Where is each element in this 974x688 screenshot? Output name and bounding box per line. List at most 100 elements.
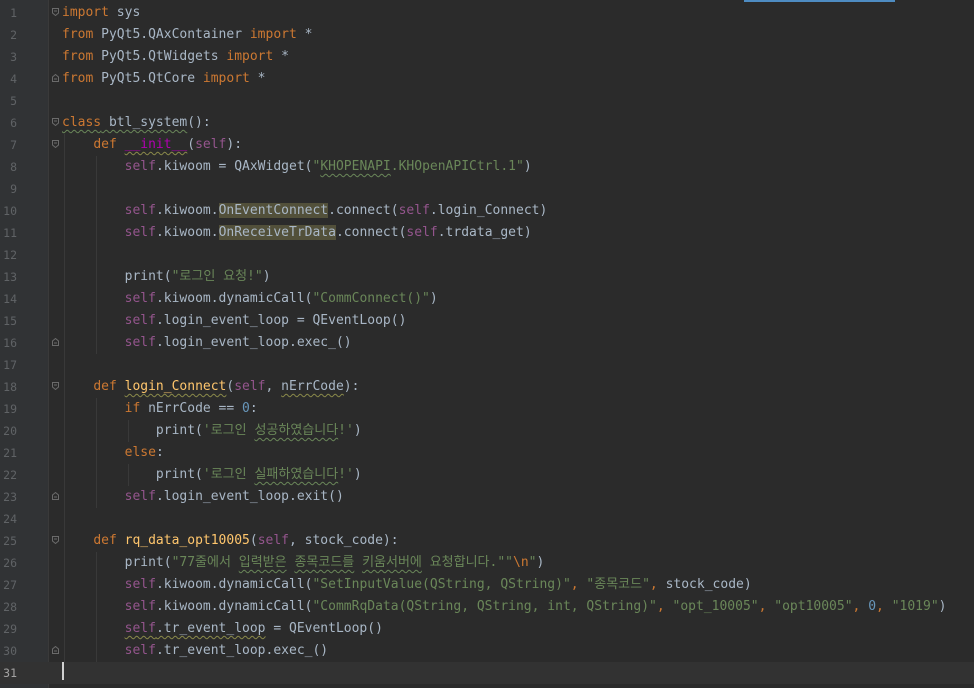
code-text[interactable]: def login_Connect(self, nErrCode):: [62, 376, 359, 398]
code-text[interactable]: import sys: [62, 2, 140, 24]
code-text[interactable]: from PyQt5.QAxContainer import *: [62, 24, 312, 46]
code-text[interactable]: self.kiwoom.dynamicCall("SetInputValue(Q…: [62, 574, 752, 596]
code-token: .kiwoom.dynamicCall(: [155, 599, 313, 614]
code-line[interactable]: 26 print("77줄에서 입력받은 종목코드를 키움서버에 요청합니다."…: [0, 552, 974, 574]
line-number: 16: [3, 336, 17, 350]
code-text[interactable]: print('로그인 성공하였습니다!'): [62, 420, 362, 442]
code-token: nErrCode: [281, 379, 344, 394]
fold-marker-icon[interactable]: [52, 118, 59, 126]
code-token: def: [93, 533, 125, 548]
code-token: ): [262, 269, 271, 284]
code-text[interactable]: self.kiwoom.dynamicCall("CommRqData(QStr…: [62, 596, 947, 618]
code-text[interactable]: print('로그인 실패하였습니다!'): [62, 464, 362, 486]
fold-marker-icon[interactable]: [52, 338, 59, 346]
code-text[interactable]: self.login_event_loop.exec_(): [62, 332, 352, 354]
code-line[interactable]: 2 from PyQt5.QAxContainer import *: [0, 24, 974, 46]
code-line[interactable]: 10 self.kiwoom.OnEventConnect.connect(se…: [0, 200, 974, 222]
code-line[interactable]: 8 self.kiwoom = QAxWidget("KHOPENAPI.KHO…: [0, 156, 974, 178]
code-line[interactable]: 31: [0, 662, 974, 684]
code-token: "CommRqData(QString, QString, int, QStri…: [312, 599, 657, 614]
code-token: ): [429, 291, 438, 306]
code-line[interactable]: 17: [0, 354, 974, 376]
line-number: 28: [3, 600, 17, 614]
code-token: from: [62, 71, 94, 86]
code-text[interactable]: self.kiwoom.OnEventConnect.connect(self.…: [62, 200, 547, 222]
code-text[interactable]: class btl_system():: [62, 112, 211, 134]
code-token: ): [353, 467, 362, 482]
code-text[interactable]: print("로그인 요청!"): [62, 266, 271, 288]
code-text[interactable]: from PyQt5.QtWidgets import *: [62, 46, 289, 68]
code-line[interactable]: 20 print('로그인 성공하였습니다!'): [0, 420, 974, 442]
code-token: "opt10005": [774, 599, 853, 614]
code-token: "종목코드": [586, 577, 650, 592]
fold-marker-icon[interactable]: [52, 8, 59, 16]
code-text[interactable]: self.tr_event_loop = QEventLoop(): [62, 618, 383, 640]
code-token: from: [62, 27, 94, 42]
code-text[interactable]: else:: [62, 442, 164, 464]
code-line[interactable]: 25 def rq_data_opt10005(self, stock_code…: [0, 530, 974, 552]
code-line[interactable]: 6 class btl_system():: [0, 112, 974, 134]
code-line[interactable]: 14 self.kiwoom.dynamicCall("CommConnect(…: [0, 288, 974, 310]
code-line[interactable]: 15 self.login_event_loop = QEventLoop(): [0, 310, 974, 332]
line-number: 4: [10, 72, 17, 86]
code-token: ): [536, 555, 545, 570]
code-token: .KHOpenAPICtrl.1": [390, 159, 524, 174]
code-line[interactable]: 29 self.tr_event_loop = QEventLoop(): [0, 618, 974, 640]
code-line[interactable]: 5: [0, 90, 974, 112]
line-number: 21: [3, 446, 17, 460]
code-token: ): [523, 159, 532, 174]
code-line[interactable]: 24: [0, 508, 974, 530]
code-line[interactable]: 19 if nErrCode == 0:: [0, 398, 974, 420]
indent-guide: [96, 156, 97, 354]
code-text[interactable]: self.kiwoom = QAxWidget("KHOPENAPI.KHOpe…: [62, 156, 532, 178]
code-token: .login_event_loop.exec_(): [155, 335, 352, 350]
fold-marker-icon[interactable]: [52, 536, 59, 544]
code-token: self: [124, 643, 156, 658]
code-text[interactable]: self.kiwoom.OnReceiveTrData.connect(self…: [62, 222, 532, 244]
code-text[interactable]: if nErrCode == 0:: [62, 398, 258, 420]
line-number: 26: [3, 556, 17, 570]
code-line[interactable]: 21 else:: [0, 442, 974, 464]
code-editor[interactable]: 1 import sys 2 from PyQt5.QAxContainer impo…: [0, 0, 974, 688]
code-text[interactable]: self.login_event_loop = QEventLoop(): [62, 310, 407, 332]
fold-marker-icon[interactable]: [52, 74, 59, 82]
code-line[interactable]: 28 self.kiwoom.dynamicCall("CommRqData(Q…: [0, 596, 974, 618]
code-token: *: [273, 49, 289, 64]
code-line[interactable]: 12: [0, 244, 974, 266]
code-line[interactable]: 3 from PyQt5.QtWidgets import *: [0, 46, 974, 68]
code-line[interactable]: 4 from PyQt5.QtCore import *: [0, 68, 974, 90]
code-line[interactable]: 22 print('로그인 실패하였습니다!'): [0, 464, 974, 486]
code-line[interactable]: 1 import sys: [0, 2, 974, 24]
line-number: 13: [3, 270, 17, 284]
code-line[interactable]: 18 def login_Connect(self, nErrCode):: [0, 376, 974, 398]
code-line[interactable]: 23 self.login_event_loop.exit(): [0, 486, 974, 508]
code-text[interactable]: self.kiwoom.dynamicCall("CommConnect()"): [62, 288, 438, 310]
code-line[interactable]: 9: [0, 178, 974, 200]
indent-guide: [128, 464, 129, 486]
code-text[interactable]: from PyQt5.QtCore import *: [62, 68, 266, 90]
fold-marker-icon[interactable]: [52, 646, 59, 654]
code-token: .kiwoom.dynamicCall(: [155, 291, 313, 306]
code-text[interactable]: self.login_event_loop.exit(): [62, 486, 344, 508]
code-text[interactable]: self.tr_event_loop.exec_(): [62, 640, 329, 662]
code-line[interactable]: 13 print("로그인 요청!"): [0, 266, 974, 288]
code-text[interactable]: def rq_data_opt10005(self, stock_code):: [62, 530, 398, 552]
fold-marker-icon[interactable]: [52, 492, 59, 500]
fold-marker-icon[interactable]: [52, 140, 59, 148]
code-line[interactable]: 30 self.tr_event_loop.exec_(): [0, 640, 974, 662]
code-text[interactable]: print("77줄에서 입력받은 종목코드를 키움서버에 요청합니다.""\n…: [62, 552, 545, 574]
code-token: .kiwoom = QAxWidget(: [155, 159, 313, 174]
code-line[interactable]: 16 self.login_event_loop.exec_(): [0, 332, 974, 354]
line-number: 2: [10, 28, 17, 42]
code-token: \n: [513, 555, 529, 570]
line-number: 18: [3, 380, 17, 394]
fold-marker-icon[interactable]: [52, 382, 59, 390]
code-line[interactable]: 7 def __init__(self):: [0, 134, 974, 156]
code-text[interactable]: def __init__(self):: [62, 134, 242, 156]
code-line[interactable]: 27 self.kiwoom.dynamicCall("SetInputValu…: [0, 574, 974, 596]
code-token: ,: [876, 599, 892, 614]
code-line[interactable]: 11 self.kiwoom.OnReceiveTrData.connect(s…: [0, 222, 974, 244]
